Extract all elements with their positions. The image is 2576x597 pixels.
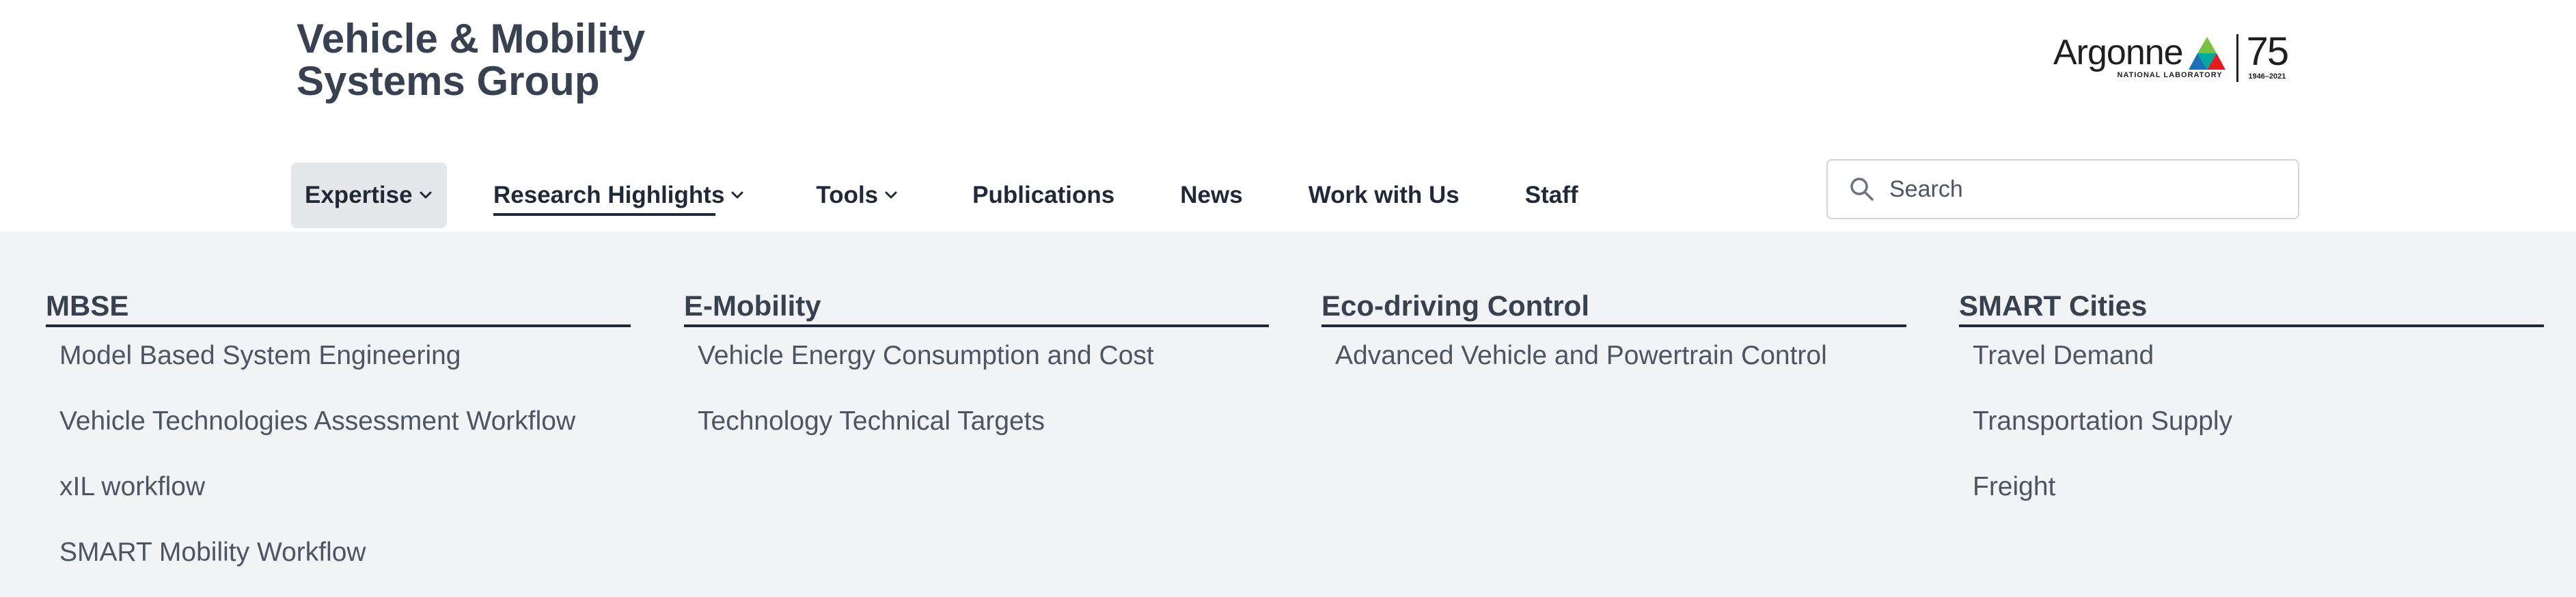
- menu-link-list: Advanced Vehicle and Powertrain Control: [1321, 341, 1906, 371]
- nav-item-label: Expertise: [305, 182, 413, 208]
- nav-item-expertise[interactable]: Expertise: [291, 163, 447, 228]
- search-box[interactable]: [1826, 159, 2299, 219]
- expertise-mega-menu: MBSE Model Based System Engineering Vehi…: [0, 232, 2576, 597]
- menu-link[interactable]: Vehicle Technologies Assessment Workflow: [46, 406, 631, 436]
- menu-link[interactable]: Technology Technical Targets: [684, 406, 1269, 436]
- search-input[interactable]: [1889, 176, 2272, 203]
- nav-item-news[interactable]: News: [1180, 163, 1242, 228]
- menu-column-heading[interactable]: E-Mobility: [684, 289, 1269, 327]
- logo-anniversary-number: 75: [2246, 29, 2289, 74]
- menu-link[interactable]: Freight: [1959, 472, 2544, 502]
- menu-link[interactable]: Model Based System Engineering: [46, 341, 631, 371]
- menu-link[interactable]: xIL workflow: [46, 472, 631, 502]
- menu-link-list: Vehicle Energy Consumption and Cost Tech…: [684, 341, 1269, 436]
- menu-column-heading[interactable]: SMART Cities: [1959, 289, 2544, 327]
- nav-item-research-highlights[interactable]: Research Highlights: [493, 163, 745, 228]
- logo-anniversary: 75 1946–2021: [2246, 29, 2289, 81]
- logo-divider: [2236, 34, 2238, 82]
- logo-name: Argonne: [2053, 33, 2184, 72]
- menu-link[interactable]: Travel Demand: [1959, 341, 2544, 371]
- main-nav: Expertise Research Highlights Tools Publ…: [291, 163, 1578, 228]
- site-title-line1: Vehicle & Mobility: [297, 16, 646, 61]
- menu-link[interactable]: SMART Mobility Workflow: [46, 538, 631, 568]
- logo-anniversary-years: 1946–2021: [2248, 72, 2286, 81]
- menu-link[interactable]: Advanced Vehicle and Powertrain Control: [1321, 341, 1906, 371]
- chevron-down-icon: [420, 191, 432, 199]
- menu-link-list: Travel Demand Transportation Supply Frei…: [1959, 341, 2544, 502]
- menu-column-heading[interactable]: MBSE: [46, 289, 631, 327]
- nav-item-underline: [493, 213, 715, 216]
- menu-column-e-mobility: E-Mobility Vehicle Energy Consumption an…: [684, 289, 1269, 472]
- nav-item-work-with-us[interactable]: Work with Us: [1308, 163, 1460, 228]
- nav-item-staff[interactable]: Staff: [1525, 163, 1578, 228]
- page: Vehicle & Mobility Systems Group Argonne…: [0, 0, 2576, 597]
- site-title[interactable]: Vehicle & Mobility Systems Group: [297, 18, 734, 102]
- nav-item-label: Staff: [1524, 182, 1578, 208]
- menu-link[interactable]: Transportation Supply: [1959, 406, 2544, 436]
- search-icon[interactable]: [1848, 176, 1876, 203]
- site-title-line2: Systems Group: [297, 58, 600, 104]
- nav-item-label: Publications: [972, 182, 1115, 208]
- nav-item-label: News: [1180, 182, 1243, 208]
- argonne-triangle-icon: [2188, 37, 2225, 70]
- menu-link[interactable]: Vehicle Energy Consumption and Cost: [684, 341, 1269, 371]
- menu-column-smart-cities: SMART Cities Travel Demand Transportatio…: [1959, 289, 2544, 538]
- nav-item-tools[interactable]: Tools: [816, 163, 899, 228]
- menu-column-eco-driving-control: Eco-driving Control Advanced Vehicle and…: [1321, 289, 1906, 406]
- menu-link-list: Model Based System Engineering Vehicle T…: [46, 341, 631, 568]
- logo-wordmark: Argonne NATIONAL LABORATORY: [2053, 33, 2222, 79]
- nav-item-publications[interactable]: Publications: [972, 163, 1114, 228]
- menu-column-heading[interactable]: Eco-driving Control: [1321, 289, 1906, 327]
- argonne-logo[interactable]: Argonne NATIONAL LABORATORY 75 1946–2021: [2053, 29, 2299, 87]
- chevron-down-icon: [731, 191, 743, 199]
- chevron-down-icon: [885, 191, 897, 199]
- menu-column-mbse: MBSE Model Based System Engineering Vehi…: [46, 289, 631, 597]
- nav-item-label: Work with Us: [1308, 182, 1460, 208]
- nav-item-label: Tools: [816, 182, 879, 208]
- nav-item-label: Research Highlights: [493, 182, 725, 208]
